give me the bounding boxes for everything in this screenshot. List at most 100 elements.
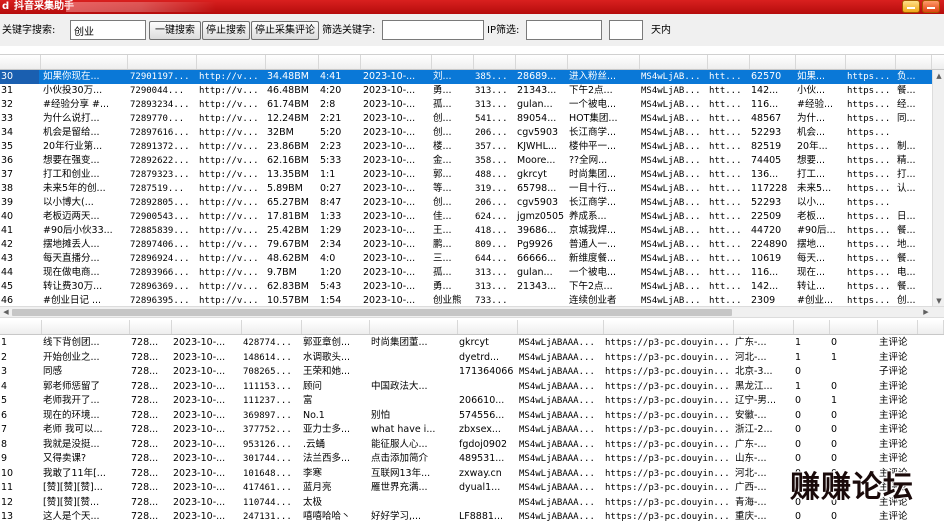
comment-column-header[interactable] [918,320,944,334]
video-column-header[interactable] [129,55,197,69]
scroll-right-icon[interactable]: ▶ [921,307,931,317]
video-row[interactable]: 30 如果你现在... 72901197... http://v... 34.48BM 4… [0,70,944,84]
scroll-up-icon[interactable]: ▲ [934,71,944,81]
video-table-vertical-scrollbar[interactable]: ▲ ▼ [932,70,944,306]
comment-cell: 开始创业之... [43,351,100,363]
video-column-header[interactable] [640,55,708,69]
comment-column-header[interactable] [878,320,918,334]
comment-cell: MS4wLjABAAA... [519,454,595,464]
video-row[interactable]: 33 为什么说打... 7289770... http://v... 12.24BM 2:… [0,112,944,126]
comment-row[interactable]: 7 老师 我可以... 728... 2023-10-... 377752... 亚力士多… [0,423,944,437]
video-table[interactable]: 30 如果你现在... 72901197... http://v... 34.48BM 4… [0,54,944,306]
video-column-header[interactable] [362,55,432,69]
search-button[interactable]: 一键搜索 [149,21,201,40]
comment-row[interactable]: 5 老师我开了... 728... 2023-10-... 111237... 富 2066… [0,394,944,408]
video-column-header[interactable] [474,55,516,69]
comment-row[interactable]: 2 开始创业之... 728... 2023-10-... 148614... 水调歌头.… [0,351,944,365]
video-column-header[interactable] [708,55,750,69]
video-row[interactable]: 46 #创业日记 ... 72896395... http://v... 10.57BM… [0,294,944,306]
comment-column-header[interactable] [302,320,370,334]
video-row[interactable]: 38 未来5年的创... 7287519... http://v... 5.89BM 0:… [0,182,944,196]
video-row[interactable]: 42 摆地摊丢人... 72897406... http://v... 79.67BM 2… [0,238,944,252]
comment-column-header[interactable] [0,320,42,334]
video-column-header[interactable] [896,55,932,69]
comment-column-header[interactable] [518,320,604,334]
filter-input[interactable] [382,20,484,40]
comment-cell: 同感 [43,366,63,377]
comment-row[interactable]: 1 线下背创团... 728... 2023-10-... 428774... 郭亚章创.… [0,336,944,350]
video-row[interactable]: 43 每天直播分... 72896924... http://v... 48.62BM 4… [0,252,944,266]
comment-cell: 2023-10-... [173,424,226,435]
ip-input[interactable] [526,20,602,40]
comment-column-header[interactable] [242,320,302,334]
video-cell: 52293 [751,127,782,138]
video-column-header[interactable] [796,55,846,69]
scroll-thumb[interactable] [12,309,732,316]
video-cell: 39686... [517,225,557,236]
video-row[interactable]: 35 20年行业第... 72891372... http://v... 23.86BM… [0,140,944,154]
video-column-header[interactable] [846,55,896,69]
video-column-header[interactable] [198,55,266,69]
video-column-header[interactable] [266,55,319,69]
video-column-header[interactable] [750,55,796,69]
video-row[interactable]: 32 #经验分享 #... 72893234... http://v... 61.74B… [0,98,944,112]
window-title: 抖音采集助手 [14,1,74,12]
video-row[interactable]: 34 机会是留给... 72897616... http://v... 32BM 5:20… [0,126,944,140]
video-cell: 65.27BM [267,197,309,208]
comment-cell: 王荣和她... [303,366,351,377]
comment-row[interactable]: 8 我就是没挺... 728... 2023-10-... 953126... .云蛹 能征… [0,438,944,452]
video-row[interactable]: 37 打工和创业... 72879323... http://v... 13.35BM 1… [0,168,944,182]
video-row[interactable]: 31 小伙投30万... 7290044... http://v... 46.48BM 4… [0,84,944,98]
close-button[interactable] [922,0,940,13]
video-row[interactable]: 36 想要在强变... 72892622... http://v... 62.16BM 5… [0,154,944,168]
stop-search-button[interactable]: 停止搜索 [202,21,250,40]
video-column-header[interactable] [319,55,361,69]
comment-column-header[interactable] [42,320,130,334]
video-cell: htt... [709,240,742,250]
days-input[interactable] [609,20,643,40]
scroll-left-icon[interactable]: ◀ [1,307,11,317]
comment-cell: 水调歌头... [303,351,351,363]
ip-label: IP筛选: [487,25,520,36]
video-column-header[interactable] [0,55,41,69]
comment-column-header[interactable] [604,320,734,334]
comment-row[interactable]: 6 现在的环境... 728... 2023-10-... 369897... No.1 别… [0,409,944,423]
keyword-input[interactable] [70,20,146,40]
comment-column-header[interactable] [794,320,830,334]
stop-comment-button[interactable]: 停止采集评论 [251,21,319,40]
video-column-header[interactable] [432,55,474,69]
comment-column-header[interactable] [734,320,794,334]
minimize-button[interactable] [902,0,920,13]
video-cell: 餐... [897,85,916,96]
video-row[interactable]: 45 转让费30万... 72896369... http://v... 62.83BM… [0,280,944,294]
comment-cell: 互联网13年... [371,467,431,479]
video-cell: 52293 [751,197,782,208]
video-row[interactable]: 41 #90后小伙33... 72885839... http://v... 25.42… [0,224,944,238]
video-row[interactable]: 40 老板迈两天... 72900543... http://v... 17.81BM 1… [0,210,944,224]
comment-column-header[interactable] [458,320,518,334]
video-row[interactable]: 39 以小博大(... 72892805... http://v... 65.27BM 8… [0,196,944,210]
comment-row[interactable]: 3 同感 728... 2023-10-... 708265... 王荣和她... 1713… [0,365,944,379]
comment-cell [370,351,456,365]
video-cell: http://v... [199,170,259,180]
comment-column-header[interactable] [172,320,242,334]
comment-row[interactable]: 4 郭老师惩留了 728... 2023-10-... 111153... 顾问 中国政法大… [0,380,944,394]
video-cell: 1:54 [320,295,342,306]
video-column-header[interactable] [42,55,128,69]
video-cell: 206... [475,128,508,138]
video-cell: 41 [1,225,14,236]
comment-row[interactable]: 13 这人是个天... 728... 2023-10-... 247131... 嘻嘻哈哈… [0,510,944,524]
comment-cell: 1 [795,351,802,363]
video-column-header[interactable] [516,55,568,69]
comment-cell: 2023-10-... [173,380,226,392]
video-table-horizontal-scrollbar[interactable]: ◀ ▶ [0,306,944,318]
comment-cell: 主评论 [879,337,908,348]
scroll-down-icon[interactable]: ▼ [934,296,944,306]
video-row[interactable]: 44 现在做电商... 72893966... http://v... 9.7BM 1:2… [0,266,944,280]
comment-row[interactable]: 9 又得卖课? 728... 2023-10-... 301744... 法兰西多... 点… [0,452,944,466]
comment-column-header[interactable] [830,320,878,334]
comment-column-header[interactable] [370,320,458,334]
video-column-header[interactable] [568,55,640,69]
comment-column-header[interactable] [130,320,172,334]
video-cell: 一目十行... [569,183,617,194]
